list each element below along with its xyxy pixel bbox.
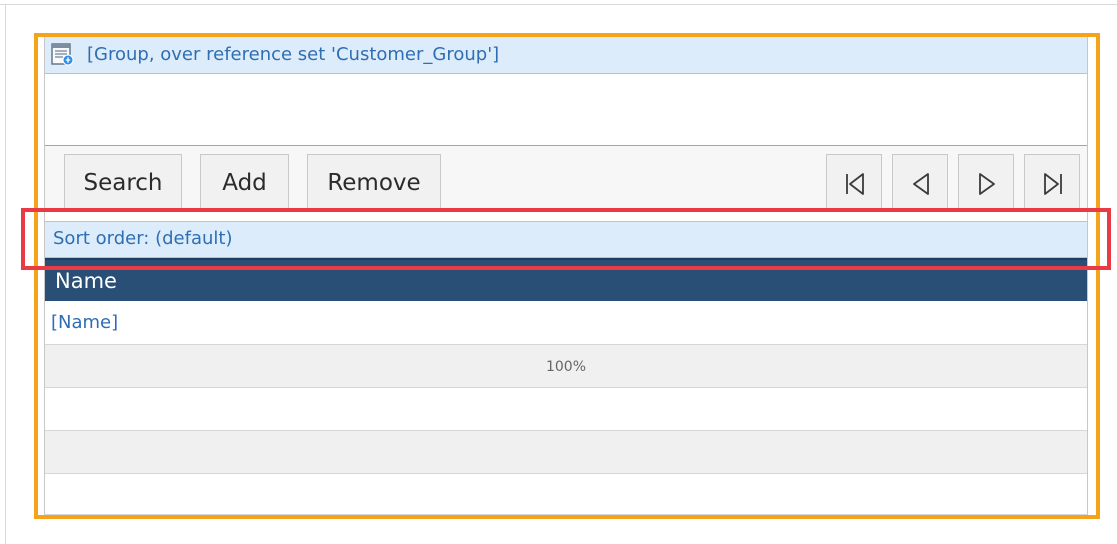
group-header: [Group, over reference set 'Customer_Gro… — [45, 37, 1087, 74]
table-row[interactable]: [Name] — [45, 301, 1087, 345]
first-page-button[interactable] — [826, 154, 882, 211]
page-canvas: [Group, over reference set 'Customer_Gro… — [0, 0, 1117, 544]
add-button[interactable]: Add — [200, 154, 289, 211]
page-top-divider — [0, 0, 1117, 5]
name-cell: [Name] — [51, 312, 119, 333]
group-title: [Group, over reference set 'Customer_Gro… — [87, 44, 500, 65]
reference-set-widget: [Group, over reference set 'Customer_Gro… — [44, 37, 1088, 515]
next-page-button[interactable] — [958, 154, 1014, 211]
sort-order-label: Sort order: (default) — [53, 228, 233, 249]
progress-row: 100% — [45, 345, 1087, 388]
progress-label: 100% — [545, 359, 587, 375]
page-left-divider — [5, 5, 6, 544]
remove-button[interactable]: Remove — [307, 154, 441, 211]
previous-page-button[interactable] — [892, 154, 948, 211]
empty-table-row — [45, 431, 1087, 474]
name-column-header-label: Name — [55, 269, 117, 293]
empty-table-row — [45, 388, 1087, 431]
sort-order-bar[interactable]: Sort order: (default) — [45, 221, 1087, 258]
last-page-icon — [1044, 173, 1062, 195]
last-page-button[interactable] — [1024, 154, 1080, 211]
group-content-area — [45, 74, 1087, 146]
next-page-icon — [979, 173, 995, 195]
list-group-icon — [50, 42, 74, 66]
first-page-icon — [846, 173, 864, 195]
grid-toolbar: Search Add Remove — [45, 146, 1087, 211]
empty-table-row — [45, 474, 1087, 515]
previous-page-icon — [913, 173, 929, 195]
name-column-header[interactable]: Name — [45, 258, 1087, 301]
search-button[interactable]: Search — [64, 154, 182, 211]
